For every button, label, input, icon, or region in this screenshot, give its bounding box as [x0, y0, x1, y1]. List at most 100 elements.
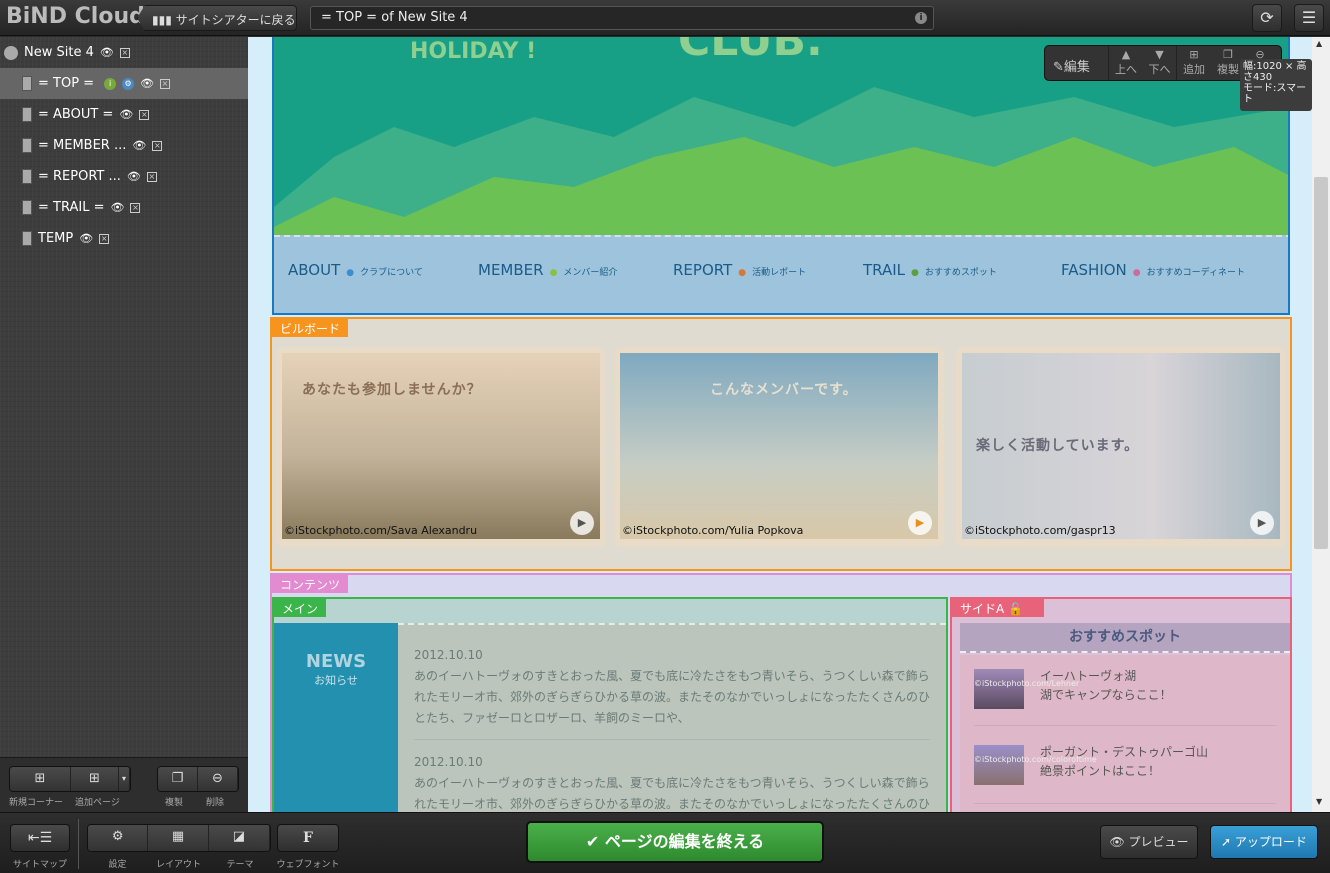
new-corner-label: 新規コーナー: [9, 798, 64, 808]
preview-button[interactable]: 👁 プレビュー: [1100, 825, 1198, 859]
add-block-button[interactable]: ⊞ 追加: [1177, 46, 1211, 80]
eye-icon[interactable]: 👁: [140, 77, 154, 90]
page-canvas: HOLIDAY ! CLUB. ABOUT ● クラブについて MEMBER ● メンバ…: [248, 37, 1312, 812]
duplicate-label: 複製: [165, 798, 184, 808]
eye-icon[interactable]: 👁: [110, 201, 124, 214]
play-icon[interactable]: ▶: [570, 511, 594, 535]
finish-editing-button[interactable]: ✔ ページの編集を終える: [526, 821, 824, 863]
check-icon: ✔: [585, 832, 605, 851]
site-node[interactable]: New Site 4 👁 ×: [0, 37, 248, 68]
news-text[interactable]: あのイーハトーヴォのすきとおった風、夏でも底に冷たさをもつ青いそら、うつくしい森…: [414, 773, 930, 812]
site-icon: [4, 45, 18, 60]
eye-icon[interactable]: 👁: [79, 232, 93, 245]
play-icon[interactable]: ▶: [908, 511, 932, 535]
nav-fashion[interactable]: FASHION ● おすすめコーディネート: [1061, 261, 1245, 279]
page-icon: [22, 107, 32, 122]
sitemap-sidebar: New Site 4 👁 × = TOP = i ⚙ 👁 × = ABOUT = 👁 × = M…: [0, 37, 248, 757]
theme-label: テーマ: [226, 860, 254, 870]
bottom-bar: ⇤☰ サイトマップ ⚙ ▦ ◪ 設定 レイアウト テーマ F ウェブフォント ✔ ペ…: [0, 812, 1330, 873]
lock-icon: 🔓: [1008, 602, 1023, 616]
sidebar-tools: ⊞ ⊞ ▾ 新規コーナー 追加ページ ❐ ⊖ 複製 削除: [0, 757, 248, 812]
add-page-dropdown[interactable]: ▾: [119, 767, 130, 791]
eye-icon[interactable]: 👁: [119, 108, 133, 121]
scroll-down-icon[interactable]: ▼: [1316, 797, 1322, 806]
layout-button[interactable]: ▦: [148, 825, 209, 851]
webfont-button[interactable]: F: [277, 824, 339, 852]
add-page-label: 追加ページ: [75, 798, 120, 808]
new-corner-button[interactable]: ⊞: [10, 767, 71, 791]
page-node-trail[interactable]: = TRAIL = 👁 ×: [0, 192, 248, 223]
close-box-icon[interactable]: ×: [119, 47, 130, 58]
back-to-site-theater-button[interactable]: ▮▮▮ サイトシアターに戻る: [137, 5, 297, 31]
billboard-area[interactable]: ビルボード あなたも参加しませんか？ ©iStockphoto.com/Sava …: [270, 317, 1292, 571]
billboard-card[interactable]: こんなメンバーです。 ©iStockphoto.com/Yulia Popkova…: [614, 347, 944, 547]
nav-about[interactable]: ABOUT ● クラブについて: [288, 261, 423, 279]
vertical-scrollbar[interactable]: ▲ ▼: [1312, 37, 1330, 812]
nav-report[interactable]: REPORT ● 活動レポート: [673, 261, 806, 279]
move-up-button[interactable]: ▲ 上へ: [1109, 46, 1143, 80]
page-title-field[interactable]: = TOP = of New Site 4i: [310, 6, 934, 30]
top-bar: BiND Cloud ▮▮▮ サイトシアターに戻る = TOP = of New…: [0, 0, 1330, 36]
news-date: 2012.10.10: [414, 648, 483, 662]
eye-icon[interactable]: 👁: [127, 170, 141, 183]
hero-club-text: CLUB.: [678, 37, 823, 66]
news-list: 2012.10.10 あのイーハトーヴォのすきとおった風、夏でも底に冷たさをもつ…: [398, 623, 946, 812]
contents-area: コンテンツ メイン NEWS お知らせ 2012.10.10 あのイーハトーヴォの…: [270, 573, 1292, 812]
settings-label: 設定: [108, 860, 127, 870]
close-box-icon[interactable]: ×: [139, 109, 150, 120]
theme-button[interactable]: ◪: [208, 825, 270, 851]
settings-button[interactable]: ⚙: [88, 825, 149, 851]
delete-button[interactable]: ⊖: [198, 767, 238, 791]
sitemap-label: サイトマップ: [12, 860, 67, 870]
billboard-card[interactable]: 楽しく活動しています。 ©iStockphoto.com/gaspr13 ▶: [956, 347, 1286, 547]
close-box-icon[interactable]: ×: [99, 233, 110, 244]
page-node-about[interactable]: = ABOUT = 👁 ×: [0, 99, 248, 130]
play-icon[interactable]: ▶: [1250, 511, 1274, 535]
spot-item[interactable]: イーハトーヴォ湖 湖でキャンプならここ！: [1040, 667, 1172, 705]
add-page-button[interactable]: ⊞: [71, 767, 119, 791]
main-area[interactable]: メイン NEWS お知らせ 2012.10.10 あのイーハトーヴォのすきとおった…: [272, 597, 948, 812]
spot-thumb[interactable]: ©iStockphoto.com/Lehner: [974, 669, 1079, 709]
webfont-label: ウェブフォント: [276, 860, 340, 870]
global-nav: ABOUT ● クラブについて MEMBER ● メンバー紹介 REPORT ● 活動レポー…: [274, 235, 1288, 313]
spots-list: ©iStockphoto.com/Lehner イーハトーヴォ湖 湖でキャンプなら…: [960, 655, 1290, 812]
close-box-icon[interactable]: ×: [130, 202, 141, 213]
page-icon: [22, 169, 32, 184]
eye-icon[interactable]: 👁: [100, 46, 114, 59]
billboard-card[interactable]: あなたも参加しませんか？ ©iStockphoto.com/Sava Alexan…: [276, 347, 606, 547]
app-logo: BiND Cloud: [6, 4, 145, 29]
billboard-tag: ビルボード: [272, 319, 349, 337]
close-box-icon[interactable]: ×: [160, 78, 171, 89]
side-a-area[interactable]: サイドA 🔓 おすすめスポット ©iStockphoto.com/Lehner …: [950, 597, 1292, 812]
close-box-icon[interactable]: ×: [152, 140, 163, 151]
move-down-button[interactable]: ▼ 下へ: [1143, 46, 1177, 80]
page-node-temp[interactable]: TEMP 👁 ×: [0, 223, 248, 254]
refresh-button[interactable]: ⟳: [1252, 4, 1282, 32]
eye-icon[interactable]: 👁: [132, 139, 146, 152]
settings-badge-icon[interactable]: ⚙: [122, 77, 135, 90]
news-heading: NEWS お知らせ: [274, 623, 398, 812]
spots-heading: おすすめスポット: [960, 623, 1290, 653]
menu-button[interactable]: ☰: [1294, 4, 1324, 32]
info-badge-icon[interactable]: i: [104, 77, 117, 90]
edit-block-button[interactable]: ✎編集: [1045, 46, 1109, 80]
nav-member[interactable]: MEMBER ● メンバー紹介: [478, 261, 617, 279]
hero-holiday-text: HOLIDAY !: [410, 39, 537, 64]
upload-button[interactable]: ➚ アップロード: [1210, 825, 1318, 859]
scrollbar-thumb[interactable]: [1314, 177, 1328, 549]
page-node-member[interactable]: = MEMBER ... 👁 ×: [0, 130, 248, 161]
scroll-up-icon[interactable]: ▲: [1316, 39, 1322, 48]
close-box-icon[interactable]: ×: [146, 171, 157, 182]
nav-trail[interactable]: TRAIL ● おすすめスポット: [863, 261, 997, 279]
page-node-report[interactable]: = REPORT ... 👁 ×: [0, 161, 248, 192]
upload-icon: ➚: [1221, 835, 1235, 849]
eye-icon: 👁: [1109, 835, 1129, 849]
info-icon[interactable]: i: [915, 12, 927, 24]
page-node-top[interactable]: = TOP = i ⚙ 👁 ×: [0, 68, 248, 99]
delete-label: 削除: [206, 798, 225, 808]
spot-thumb[interactable]: ©iStockphoto.com/coloroftime: [974, 745, 1097, 785]
news-text[interactable]: あのイーハトーヴォのすきとおった風、夏でも底に冷たさをもつ青いそら、うつくしい森…: [414, 666, 930, 740]
duplicate-button[interactable]: ❐: [158, 767, 198, 791]
sitemap-button[interactable]: ⇤☰: [10, 824, 70, 852]
spot-item[interactable]: ポーガント・デストゥパーゴ山 絶景ポイントはここ！: [1040, 743, 1208, 781]
